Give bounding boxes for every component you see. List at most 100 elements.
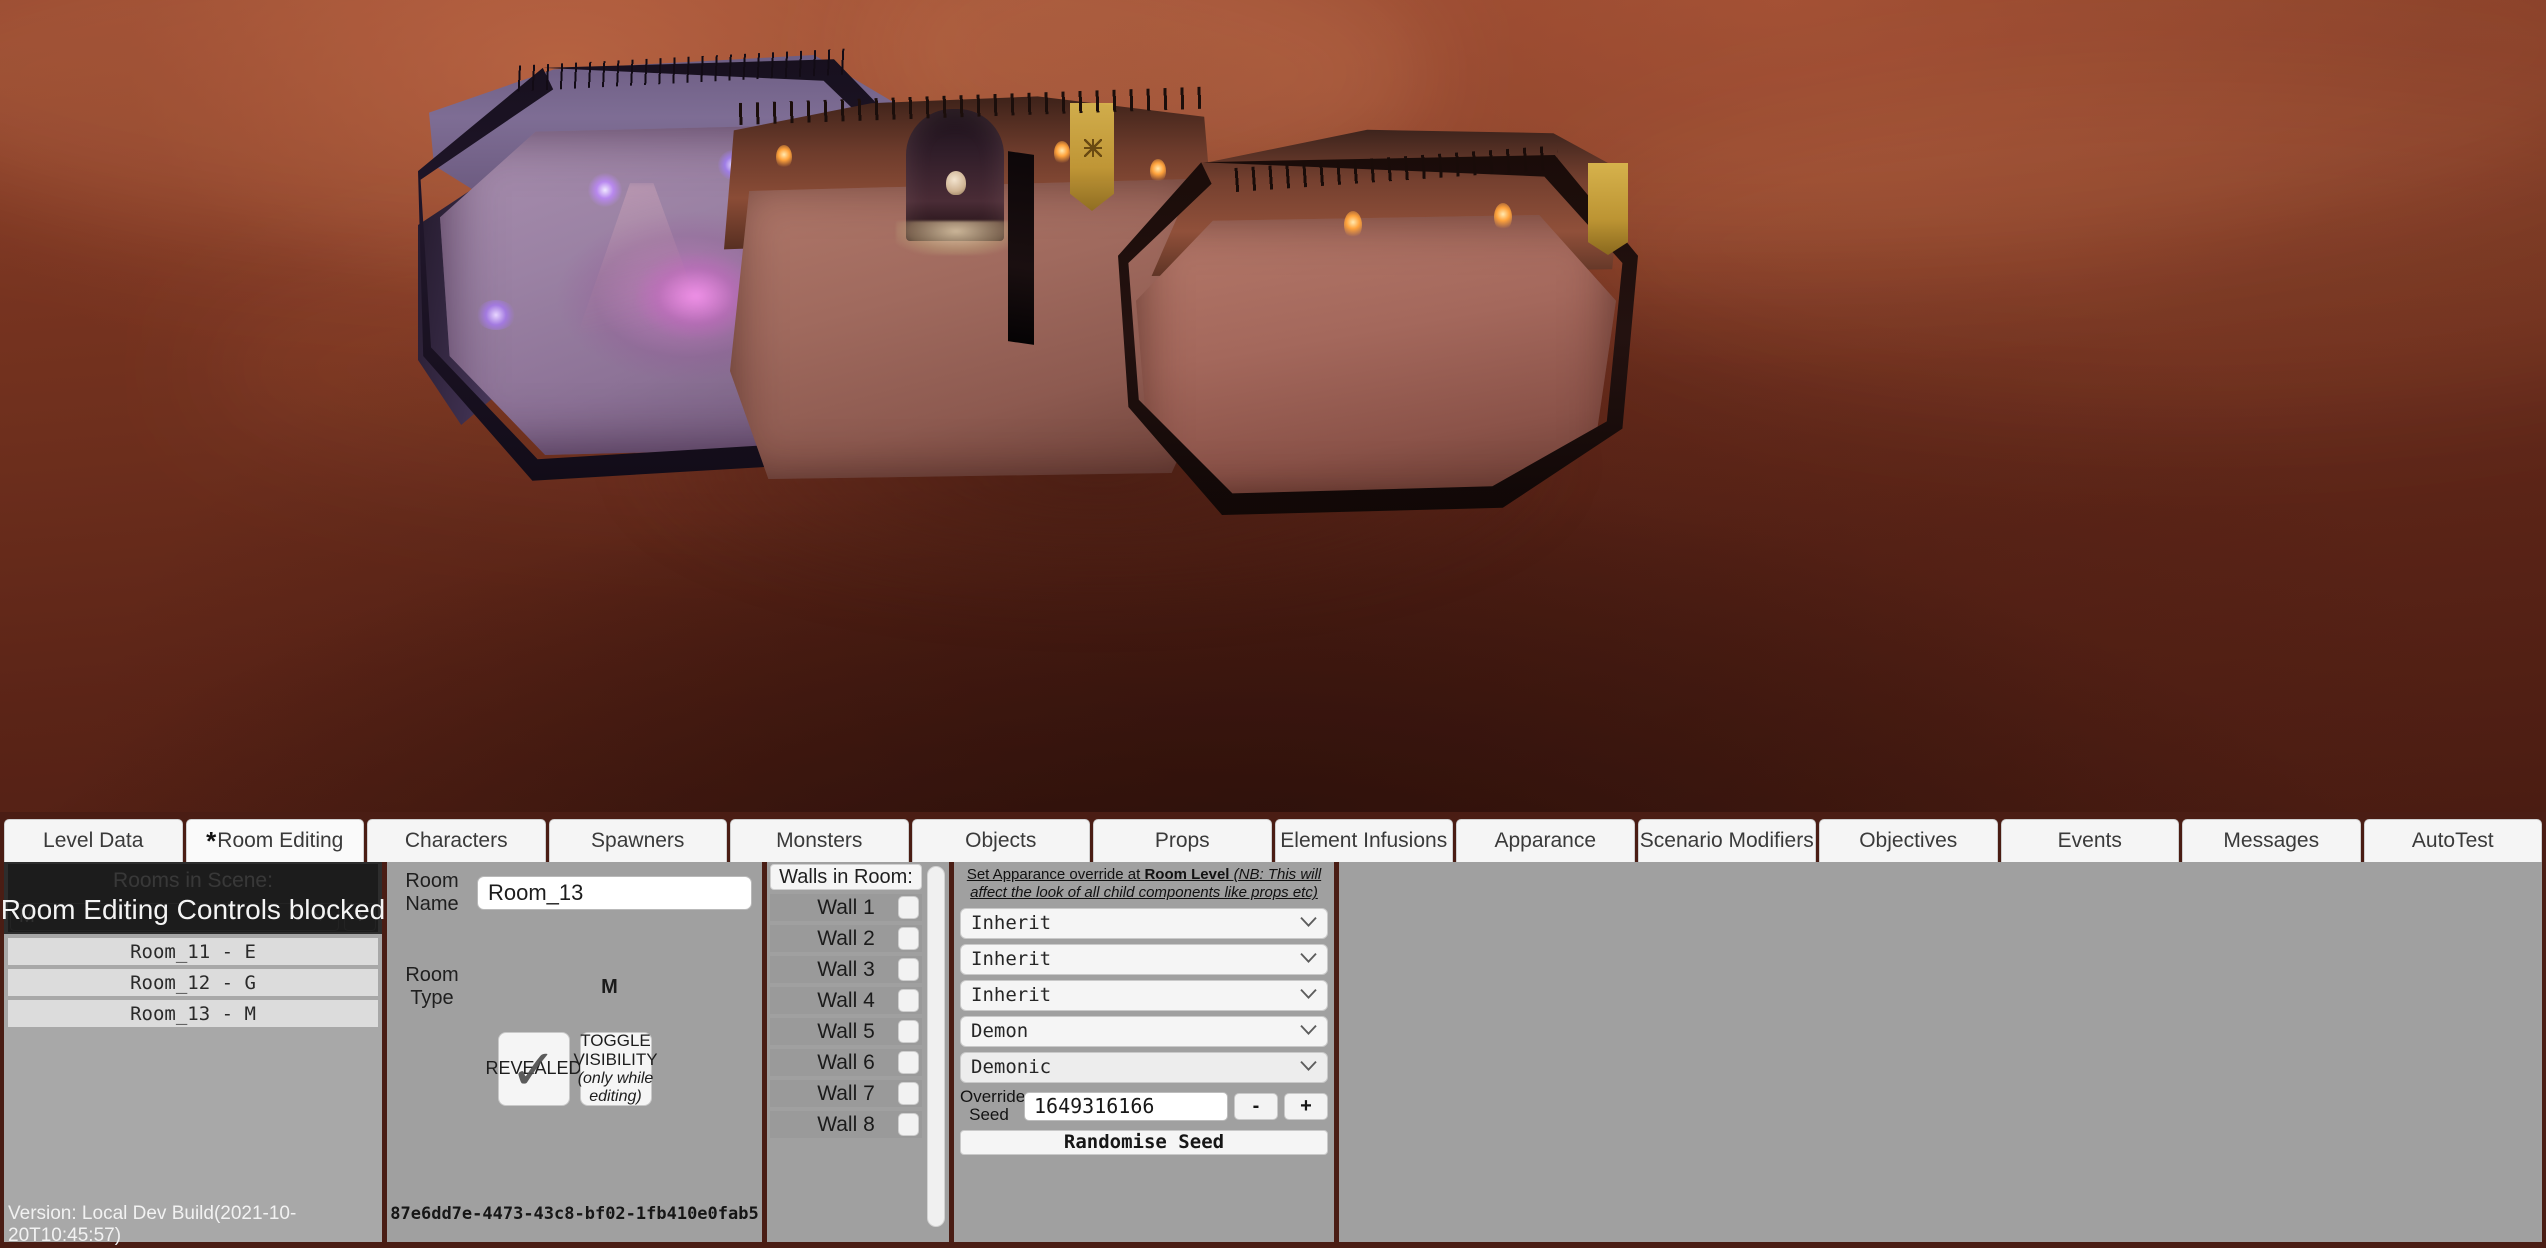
add-room-button[interactable]: + (344, 903, 376, 931)
apparance-dropdown-2[interactable]: Inherit (960, 943, 1328, 975)
wall-select-button[interactable] (898, 1020, 919, 1043)
room-name-row: Room Name Room_13 (387, 862, 762, 916)
scene-viewport[interactable] (0, 0, 2546, 818)
wall-select-button[interactable] (898, 1051, 919, 1074)
tab-label: Monsters (776, 829, 863, 852)
rooms-panel-header: Rooms in Scene: (4, 862, 382, 900)
toggle-visibility-line1: TOGGLE (580, 1031, 651, 1051)
walls-scrollbar[interactable] (925, 864, 947, 1240)
wall-list-item-label: Wall 6 (817, 1050, 875, 1074)
empty-panel-area (1339, 862, 2542, 1242)
tab-monsters[interactable]: Monsters (730, 819, 909, 862)
walls-panel-header: Walls in Room: (770, 864, 922, 890)
tab-bar: Level Data * Room Editing Characters Spawner… (0, 816, 2546, 862)
tab-autotest[interactable]: AutoTest (2363, 819, 2542, 862)
walls-list: Wall 1 Wall 2 Wall 3 Wall 4 Wall 5 Wall 6 Wall… (767, 894, 925, 1138)
tab-element-infusions[interactable]: Element Infusions (1274, 819, 1453, 862)
toggle-visibility-button[interactable]: TOGGLE VISIBILITY (only while editing) (573, 1031, 658, 1106)
room-type-select-row: M + (4, 900, 382, 934)
tab-characters[interactable]: Characters (367, 819, 546, 862)
room-guid-label: 87e6dd7e-4473-43c8-bf02-1fb410e0fab5 (390, 1204, 759, 1224)
room-type-dropdown[interactable]: M (10, 903, 339, 931)
revealed-toggle-button[interactable]: REVEALED ✓ (485, 1032, 582, 1106)
chevron-down-icon (1300, 1061, 1317, 1072)
tab-label: Characters (404, 829, 508, 852)
room-list-item[interactable]: Room_11 - E (8, 938, 378, 965)
tab-label: Element Infusions (1280, 829, 1448, 852)
tab-messages[interactable]: Messages (2182, 819, 2361, 862)
wall-list-item[interactable]: Wall 6 (770, 1049, 922, 1076)
room-type-label: Room Type (397, 964, 467, 1010)
rooms-list: Room_11 - E Room_12 - G Room_13 - M (8, 938, 378, 1204)
wall-list-item[interactable]: Wall 5 (770, 1018, 922, 1045)
tab-objects[interactable]: Objects (911, 819, 1090, 862)
room-type-row: Room Type M (387, 916, 762, 1010)
room-type-dropdown-value: M (19, 906, 35, 927)
room-name-input[interactable]: Room_13 (477, 876, 752, 910)
wall-select-button[interactable] (898, 896, 919, 919)
apparance-note-bold: Room Level (1144, 866, 1230, 883)
tab-spawners[interactable]: Spawners (548, 819, 727, 862)
room-name-value: Room_13 (488, 880, 584, 905)
wall-list-item[interactable]: Wall 7 (770, 1080, 922, 1107)
override-seed-value: 1649316166 (1034, 1094, 1155, 1119)
room-list-item[interactable]: Room_12 - G (8, 969, 378, 996)
wall-list-item-label: Wall 1 (817, 895, 875, 919)
tab-events[interactable]: Events (2000, 819, 2179, 862)
apparance-dropdown-list: Inherit Inherit Inherit Demon Demonic (960, 907, 1328, 1083)
wall-select-button[interactable] (898, 989, 919, 1012)
override-seed-label-line1: Override (960, 1086, 1026, 1106)
override-seed-label: Override Seed (960, 1087, 1025, 1125)
wall-select-button[interactable] (898, 1082, 919, 1105)
wall-list-item-label: Wall 3 (817, 957, 875, 981)
tab-label: Messages (2223, 829, 2320, 852)
version-label: Version: Local Dev Build(2021-10-20T10:4… (8, 1203, 297, 1246)
room-action-buttons: REVEALED ✓ TOGGLE VISIBILITY (only while… (387, 1010, 762, 1106)
tab-scenario-modifiers[interactable]: Scenario Modifiers (1637, 819, 1816, 862)
editor-chrome: Level Data * Room Editing Characters Spawner… (0, 812, 2546, 1248)
walls-in-room-panel: Walls in Room: Wall 1 Wall 2 Wall 3 Wall 4W… (767, 862, 949, 1242)
tab-props[interactable]: Props (1093, 819, 1272, 862)
walls-scrollbar-thumb[interactable] (927, 866, 945, 1227)
seed-increment-button[interactable]: + (1284, 1092, 1328, 1120)
wall-list-item-label: Wall 5 (817, 1019, 875, 1043)
override-seed-row: Override Seed 1649316166 - + (960, 1087, 1328, 1125)
apparance-dropdown-5[interactable]: Demonic (960, 1051, 1328, 1083)
apparance-dropdown-3[interactable]: Inherit (960, 979, 1328, 1011)
tab-level-data[interactable]: Level Data (4, 819, 183, 862)
wall-select-button[interactable] (898, 958, 919, 981)
apparance-dropdown-value: Inherit (971, 948, 1052, 971)
apparance-dropdown-value: Inherit (971, 912, 1052, 935)
tab-apparance[interactable]: Apparance (1456, 819, 1635, 862)
tab-label: Scenario Modifiers (1639, 829, 1814, 852)
wall-list-item[interactable]: Wall 1 (770, 894, 922, 921)
wall-list-item[interactable]: Wall 3 (770, 956, 922, 983)
room-list-item[interactable]: Room_13 - M (8, 1000, 378, 1027)
apparance-dropdown-4[interactable]: Demon (960, 1015, 1328, 1047)
randomise-seed-button[interactable]: Randomise Seed (960, 1129, 1328, 1155)
tab-label: Level Data (43, 829, 144, 852)
wall-list-item-label: Wall 8 (817, 1112, 875, 1136)
toggle-visibility-line3: (only while (577, 1070, 654, 1087)
apparance-dropdown-1[interactable]: Inherit (960, 907, 1328, 939)
room-type-label-line2: Type (410, 987, 454, 1009)
room-type-label-line1: Room (405, 964, 459, 986)
room-name-label-line1: Room (405, 870, 459, 892)
room-name-label-line2: Name (405, 893, 459, 915)
wall-list-item[interactable]: Wall 2 (770, 925, 922, 952)
wall-select-button[interactable] (898, 1113, 919, 1136)
wall-select-button[interactable] (898, 927, 919, 950)
tab-objectives[interactable]: Objectives (1819, 819, 1998, 862)
override-seed-label-line2: Seed (969, 1105, 1009, 1125)
room-detail-panel: Room Name Room_13 Room Type M REVEALED ✓ (387, 862, 762, 1242)
wall-list-item-label: Wall 2 (817, 926, 875, 950)
tab-label: Objectives (1859, 829, 1958, 852)
wall-list-item[interactable]: Wall 8 (770, 1111, 922, 1138)
seed-decrement-button[interactable]: - (1234, 1092, 1278, 1120)
override-seed-input[interactable]: 1649316166 (1024, 1091, 1228, 1121)
tab-label: Room Editing (217, 829, 344, 852)
wall-list-item[interactable]: Wall 4 (770, 987, 922, 1014)
apparance-note-part1: Set Apparance override at (966, 866, 1145, 883)
tab-room-editing[interactable]: * Room Editing (185, 819, 364, 862)
apparance-override-panel: Set Apparance override at Room Level (NB… (954, 862, 1334, 1242)
